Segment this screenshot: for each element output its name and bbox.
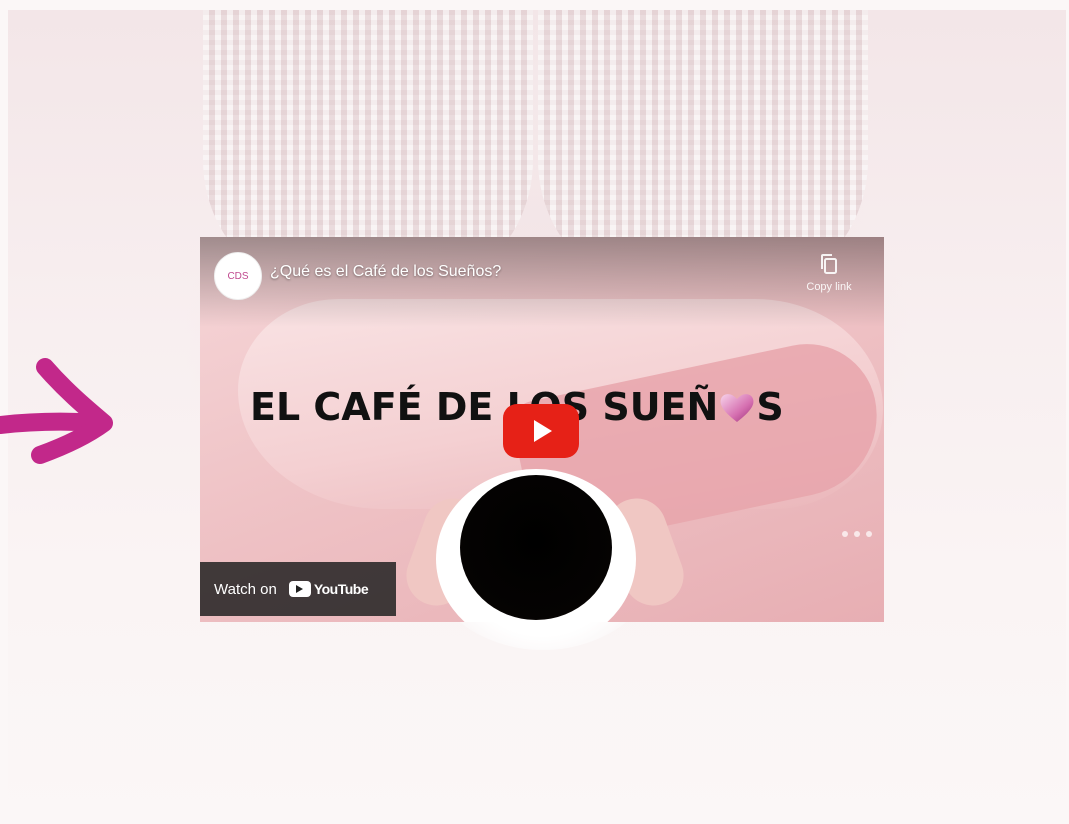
youtube-wordmark: YouTube [313, 581, 369, 597]
headline-text-end: S [756, 385, 784, 429]
youtube-play-box-icon [288, 581, 311, 597]
arrow-right-icon [0, 358, 113, 464]
title-overlay [200, 237, 884, 327]
watch-on-youtube-button[interactable]: Watch on YouTube [200, 562, 396, 616]
video-title[interactable]: ¿Qué es el Café de los Sueños? [270, 263, 501, 281]
youtube-logo-icon: YouTube [288, 581, 369, 597]
channel-avatar-text: CDS [227, 270, 249, 282]
coffee-surface [460, 475, 612, 620]
copy-link-button[interactable]: Copy link [794, 253, 864, 293]
dot [854, 531, 860, 537]
carousel-dots [842, 531, 872, 537]
dot [842, 531, 848, 537]
heart-icon [720, 394, 754, 422]
dot [866, 531, 872, 537]
copy-icon [821, 254, 837, 274]
channel-avatar[interactable]: CDS [214, 252, 262, 300]
youtube-video-embed[interactable]: CDS ¿Qué es el Café de los Sueños? Copy … [200, 237, 884, 622]
page: CDS ¿Qué es el Café de los Sueños? Copy … [0, 0, 1069, 824]
play-icon [534, 420, 552, 442]
play-button[interactable] [503, 404, 579, 458]
watch-on-label: Watch on [214, 580, 277, 598]
copy-link-label: Copy link [806, 281, 852, 293]
headline-text-main: EL CAFÉ DE LOS SUEÑ [250, 385, 719, 429]
